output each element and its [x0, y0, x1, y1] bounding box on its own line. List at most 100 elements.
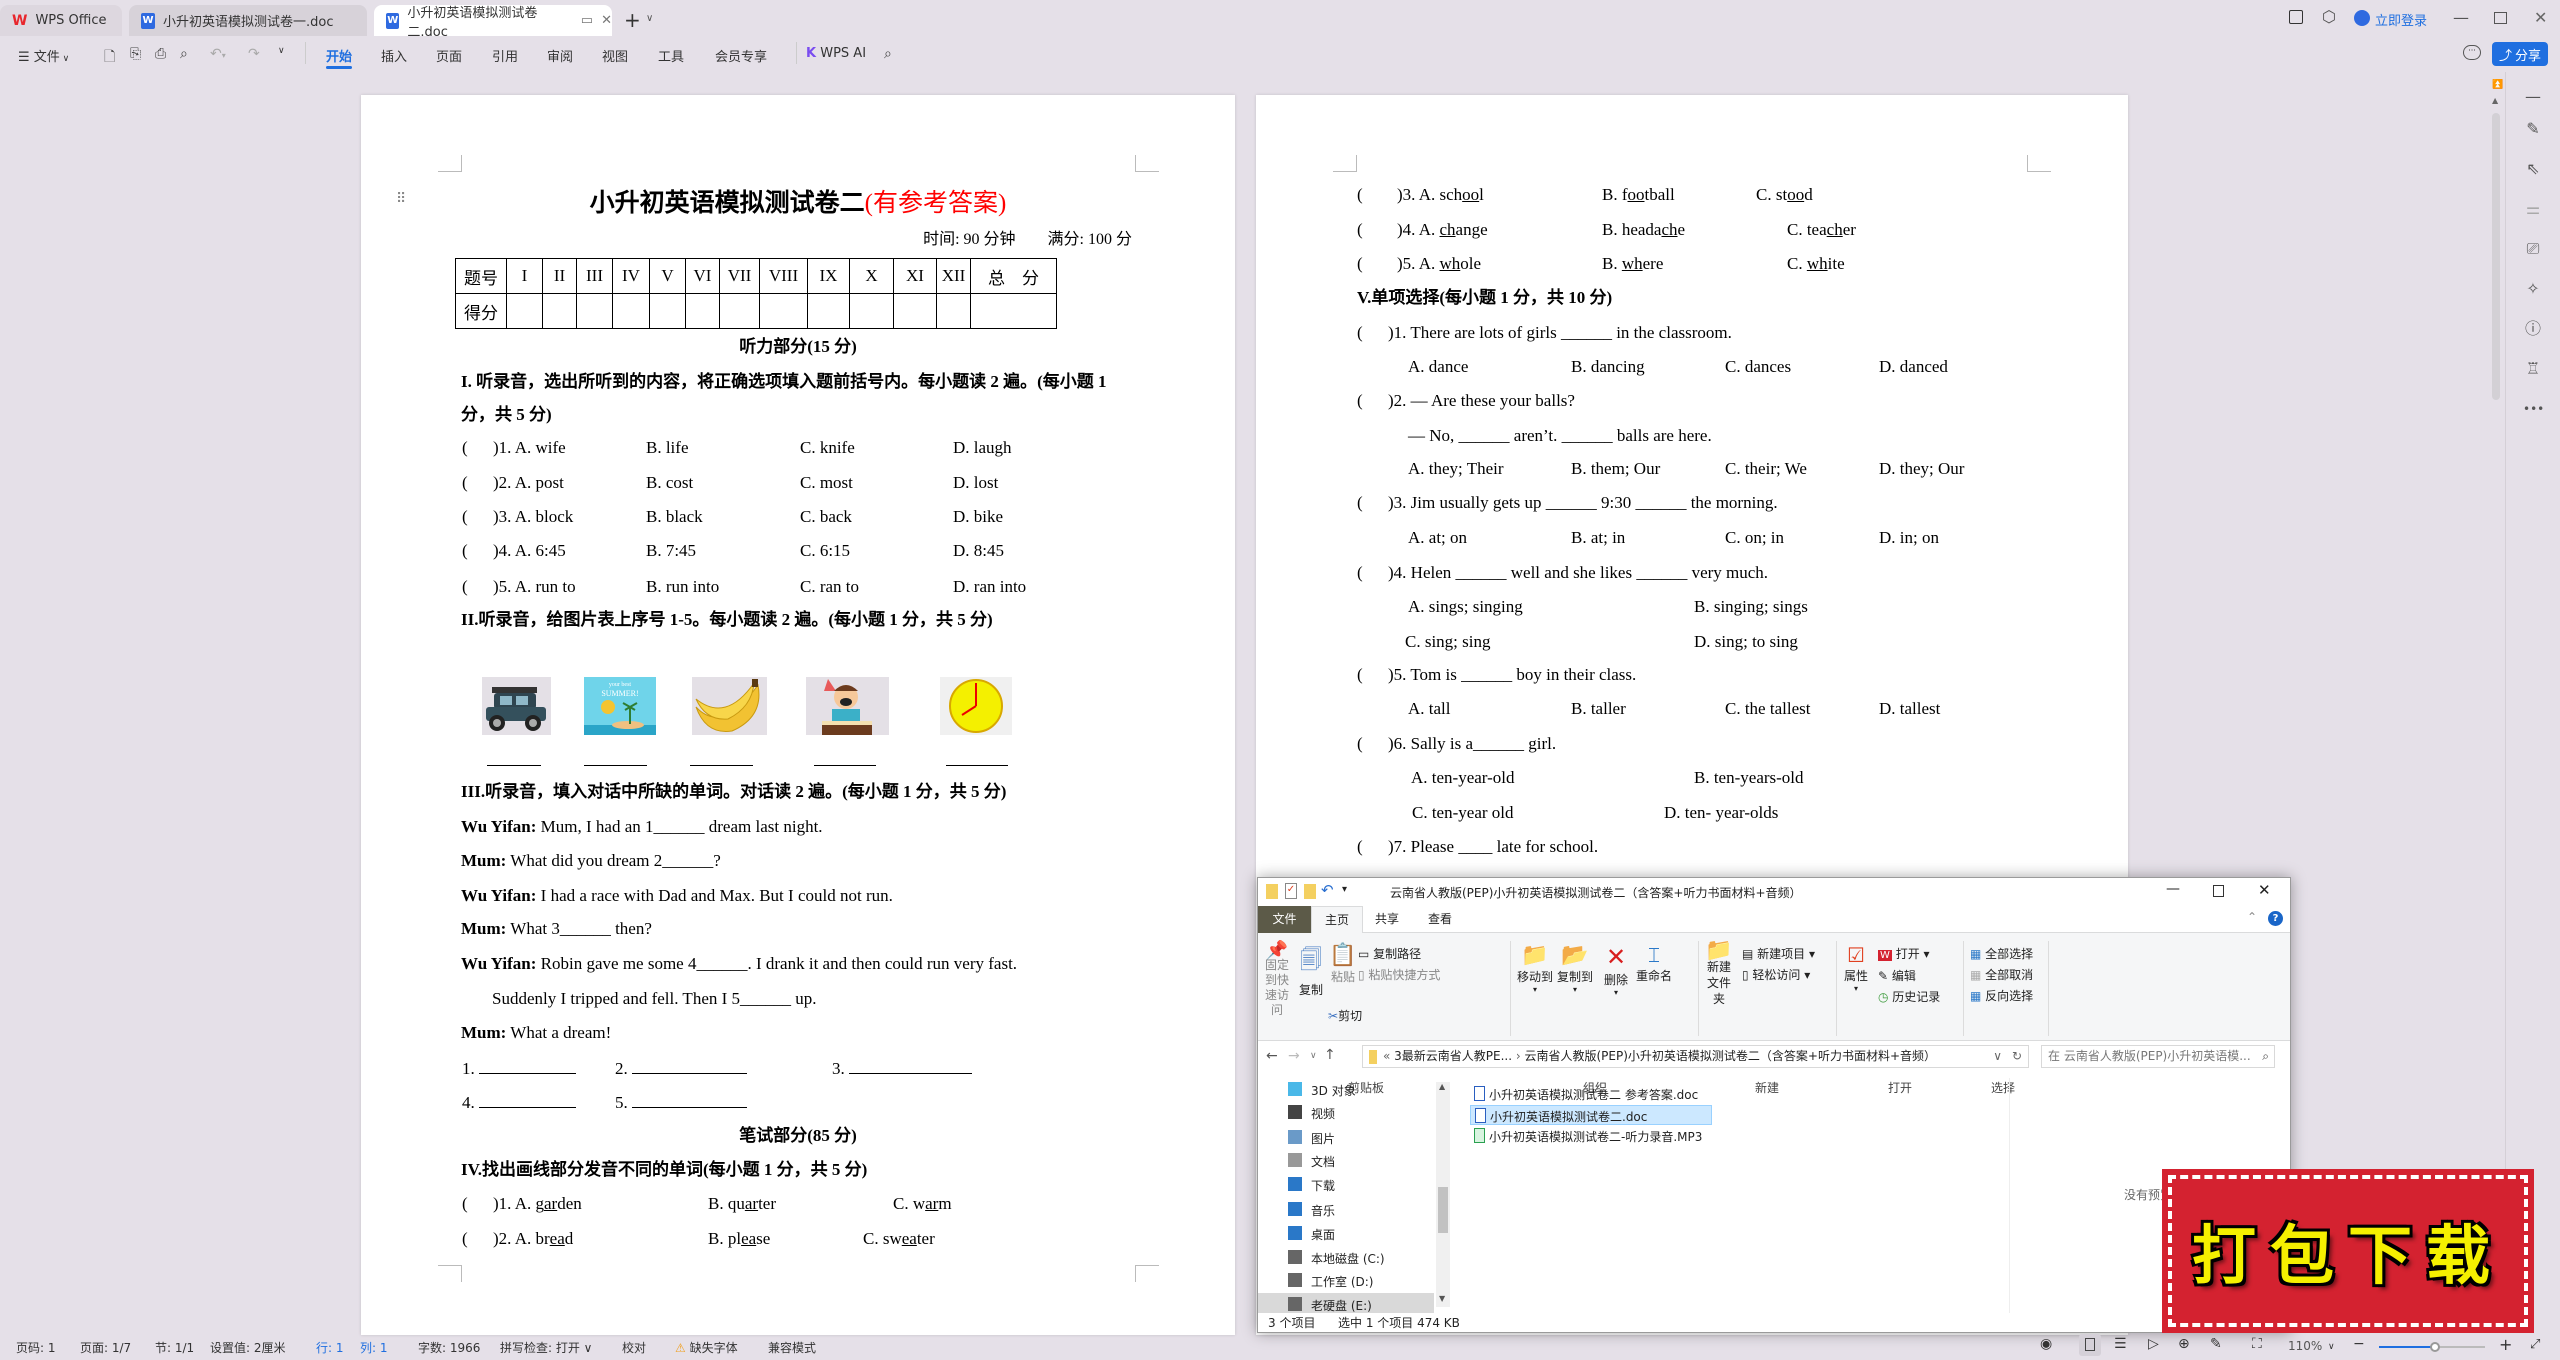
status-item[interactable]: 拼写检查: 打开 ∨ [500, 1339, 592, 1356]
score-cell[interactable] [612, 293, 650, 329]
open-icon[interactable]: ⎘ [130, 46, 141, 62]
share-button[interactable]: ⤴ 分享 [2492, 42, 2548, 66]
answer-blank[interactable]: 3. [832, 1058, 972, 1078]
explorer-tab-file[interactable]: 文件 [1258, 906, 1311, 933]
file-item[interactable]: 小升初英语模拟测试卷二.doc [1470, 1105, 1712, 1125]
breadcrumb-item[interactable]: 3最新云南省人教PE... [1394, 1049, 1512, 1063]
tools-icon[interactable]: ✧ [2523, 279, 2543, 299]
refresh-icon[interactable]: ↻ [2012, 1046, 2022, 1067]
monitor-icon[interactable]: ▭ [581, 13, 593, 28]
nav-scrollbar[interactable]: ▲ ▼ [1436, 1082, 1450, 1307]
answer-blank[interactable]: 1. [462, 1058, 576, 1078]
reading-mode-icon[interactable]: ◉ [2040, 1336, 2052, 1352]
eye-protection-brush-icon[interactable]: ✎ [2210, 1336, 2222, 1352]
score-cell[interactable] [576, 293, 613, 329]
more-icon[interactable]: ••• [2523, 399, 2544, 419]
score-cell[interactable] [936, 293, 971, 329]
document-page-1[interactable]: ⠿ 小升初英语模拟测试卷二(有参考答案) 时间: 90 分钟 满分: 100 分 … [361, 95, 1235, 1335]
file-menu[interactable]: ☰ 文件 ∨ [18, 46, 69, 65]
login-link[interactable]: 立即登录 [2375, 10, 2427, 29]
nav-item[interactable]: 桌面 [1258, 1222, 1434, 1244]
window-layout-icon[interactable] [2289, 10, 2303, 24]
address-dropdown-icon[interactable]: ∨ [1993, 1046, 2002, 1067]
collapse-icon[interactable]: — [2523, 87, 2543, 107]
score-cell[interactable] [759, 293, 808, 329]
invert-selection-button[interactable]: ▦ 反向选择 [1970, 987, 2033, 1004]
print-icon[interactable]: ⎙ [155, 46, 166, 62]
nav-item[interactable]: 音乐 [1258, 1198, 1434, 1220]
scroll-up-icon[interactable]: ▲ [1439, 1082, 1445, 1091]
ribbon-tab-tools[interactable]: 工具 [658, 46, 684, 65]
fit-page-icon[interactable]: ⛶ [2252, 1336, 2262, 1352]
ribbon-tab-member[interactable]: 会员专享 [715, 46, 767, 65]
explorer-minimize-button[interactable]: — [2166, 881, 2180, 897]
help-icon[interactable]: ? [2268, 911, 2283, 926]
forward-button[interactable]: → [1288, 1048, 1300, 1064]
answer-blank[interactable]: 5. [615, 1092, 747, 1112]
up-button[interactable]: ↑ [1324, 1047, 1336, 1063]
delete-button[interactable]: ✕ 删除 ▾ [1602, 943, 1630, 997]
select-cursor-icon[interactable]: ⇖ [2523, 159, 2543, 179]
nav-scrollbar-thumb[interactable] [1438, 1187, 1448, 1233]
outline-view-icon[interactable]: ☰ [2114, 1336, 2127, 1352]
download-stamp-watermark[interactable]: 打包下载 [2162, 1169, 2534, 1333]
properties-button[interactable]: ☑ 属性 ▾ [1842, 943, 1870, 993]
zoom-level[interactable]: 110% [2288, 1339, 2322, 1353]
ribbon-tab-insert[interactable]: 插入 [381, 46, 407, 65]
copy-to-button[interactable]: 📂 复制到 ▾ [1556, 943, 1594, 994]
score-cell[interactable] [719, 293, 760, 329]
restore-button[interactable] [2494, 12, 2507, 24]
paste-button[interactable]: 📋 粘贴 [1328, 943, 1358, 985]
explorer-maximize-button[interactable] [2213, 885, 2224, 897]
scroll-down-icon[interactable]: ▼ [1439, 1294, 1445, 1303]
cut-button[interactable]: ✂剪切 [1328, 1007, 1362, 1024]
score-cell[interactable] [506, 293, 543, 329]
properties-quick-icon[interactable]: ✓ [1285, 883, 1297, 899]
search-input[interactable]: 在 云南省人教版(PEP)小升初英语模... ⌕ [2041, 1045, 2275, 1068]
new-tab-button[interactable]: + [624, 8, 641, 32]
copy-button[interactable]: 🗐 复制 [1296, 943, 1326, 998]
new-doc-icon[interactable]: 🗋 [104, 46, 115, 70]
redo-icon[interactable]: ↷ [248, 46, 260, 62]
copy-path-button[interactable]: ▭ 复制路径 [1358, 945, 1421, 962]
zoom-in-button[interactable]: + [2499, 1335, 2512, 1354]
back-button[interactable]: ← [1266, 1048, 1278, 1064]
nav-item[interactable]: 视频 [1258, 1101, 1434, 1123]
file-item[interactable]: 小升初英语模拟测试卷二 参考答案.doc [1470, 1084, 1712, 1104]
close-tab-icon[interactable]: ✕ [601, 13, 612, 28]
vertical-scrollbar[interactable] [2492, 113, 2500, 400]
select-all-button[interactable]: ▦ 全部选择 [1970, 945, 2033, 962]
rename-button[interactable]: ⌶ 重命名 [1634, 943, 1674, 984]
play-icon[interactable]: ▷ [2148, 1336, 2159, 1352]
undo-icon[interactable]: ↶▾ [210, 46, 226, 62]
nav-item[interactable]: 文档 [1258, 1149, 1434, 1171]
address-bar[interactable]: « 3最新云南省人教PE... › 云南省人教版(PEP)小升初英语模拟测试卷二… [1362, 1045, 2029, 1068]
pin-quick-access-button[interactable]: 📌 固定到快速访问 [1260, 942, 1294, 1018]
ribbon-tab-view[interactable]: 视图 [602, 46, 628, 65]
explorer-title-bar[interactable]: ✓ ↶ ▾ 云南省人教版(PEP)小升初英语模拟测试卷二（含答案+听力书面材料+… [1258, 878, 2290, 906]
score-cell[interactable] [807, 293, 850, 329]
select-none-button[interactable]: ▦ 全部取消 [1970, 966, 2033, 983]
fullscreen-icon[interactable]: ⤢ [2530, 1337, 2540, 1352]
page-view-button[interactable] [2079, 1334, 2101, 1356]
file-item[interactable]: 小升初英语模拟测试卷二-听力录音.MP3 [1470, 1126, 1712, 1146]
tab-wps-office[interactable]: W WPS Office [0, 5, 122, 36]
print-preview-icon[interactable]: ⌕ [180, 46, 188, 62]
score-cell[interactable] [849, 293, 894, 329]
ribbon-tab-review[interactable]: 审阅 [547, 46, 573, 65]
score-cell[interactable] [542, 293, 577, 329]
tab-document-2[interactable]: W 小升初英语模拟测试卷二.doc ▭ ✕ [374, 5, 612, 40]
search-icon[interactable]: ⌕ [884, 46, 892, 62]
paste-shortcut-button[interactable]: ▯ 粘贴快捷方式 [1358, 966, 1440, 983]
file-explorer-window[interactable]: ✓ ↶ ▾ 云南省人教版(PEP)小升初英语模拟测试卷二（含答案+听力书面材料+… [1257, 877, 2291, 1333]
new-folder-quick-icon[interactable] [1304, 884, 1316, 899]
ribbon-tab-page[interactable]: 页面 [436, 46, 462, 65]
adjust-sliders-icon[interactable]: ⚌ [2523, 199, 2543, 219]
status-item[interactable]: 校对 [622, 1339, 646, 1356]
quick-access-dropdown-icon[interactable]: ▾ [1342, 884, 1347, 895]
cube-icon[interactable]: ⬡ [2322, 7, 2336, 26]
zoom-slider-thumb[interactable] [2429, 1342, 2440, 1352]
move-to-button[interactable]: 📁 移动到 ▾ [1516, 943, 1554, 994]
score-cell[interactable] [970, 293, 1057, 329]
wps-ai-button[interactable]: K WPS AI [806, 46, 866, 61]
